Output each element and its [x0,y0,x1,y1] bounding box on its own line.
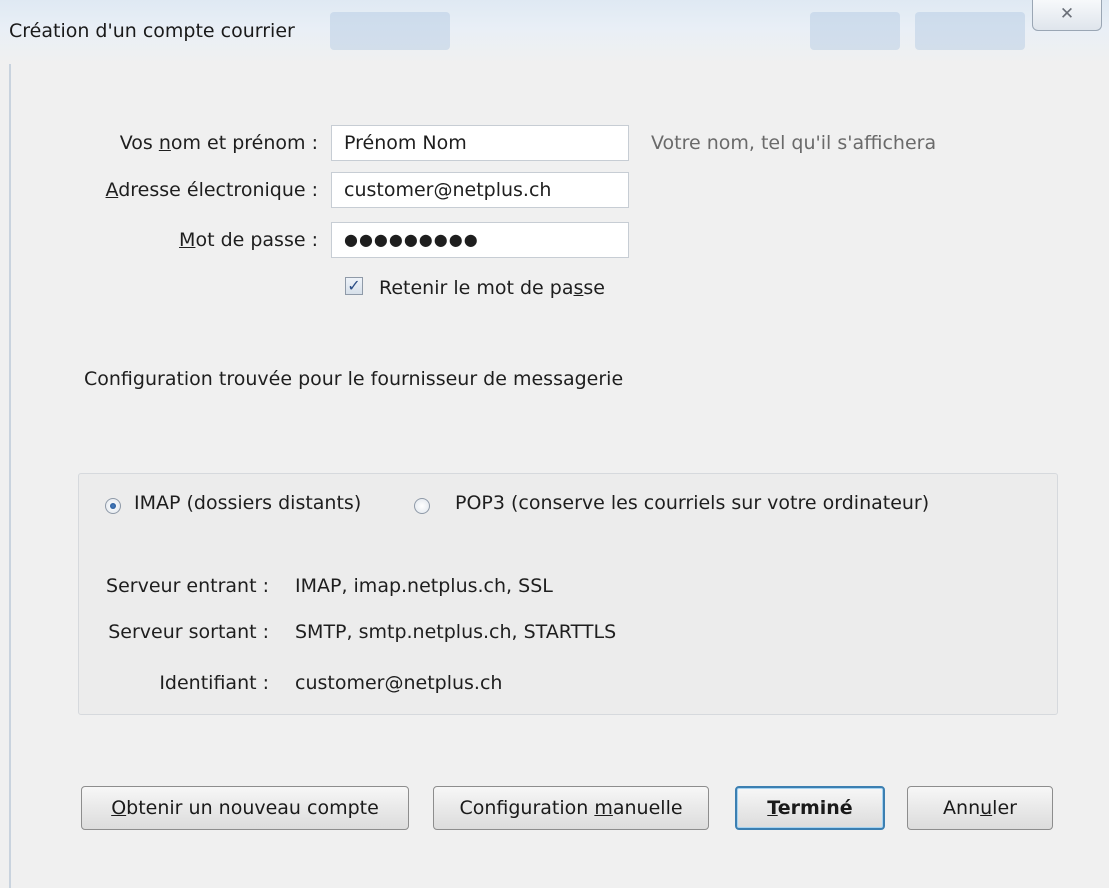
outgoing-server-label: Serveur sortant : [108,621,269,643]
cancel-button[interactable]: Annuler [907,786,1053,830]
protocol-panel: IMAP (dossiers distants) POP3 (conserve … [78,473,1058,715]
title-bar-glass [810,12,900,50]
password-input[interactable]: ●●●●●●●●● [331,222,629,258]
remember-password-label[interactable]: Retenir le mot de passe [379,277,605,299]
done-button[interactable]: Terminé [735,786,885,830]
window-title: Création d'un compte courrier [9,20,295,42]
name-hint: Votre nom, tel qu'il s'affichera [651,132,937,154]
remember-password-checkbox[interactable]: ✓ [345,277,363,295]
close-icon: ✕ [1059,4,1075,24]
manual-config-button[interactable]: Configuration manuelle [433,786,709,830]
incoming-server-value: IMAP, imap.netplus.ch, SSL [295,575,553,597]
email-input[interactable]: customer@netplus.ch [331,172,629,208]
title-bar: Création d'un compte courrier ✕ [0,0,1109,64]
window-edge [9,64,11,888]
check-icon: ✓ [347,276,361,295]
outgoing-server-value: SMTP, smtp.netplus.ch, STARTTLS [295,621,617,643]
name-input[interactable]: Prénom Nom [331,125,629,161]
title-bar-glass [330,12,450,50]
password-label: Mot de passe : [179,229,318,251]
pop3-label[interactable]: POP3 (conserve les courriels sur votre o… [455,492,929,514]
get-new-account-button[interactable]: Obtenir un nouveau compte [81,786,409,830]
incoming-server-label: Serveur entrant : [106,575,269,597]
email-label: Adresse électronique : [105,179,318,201]
imap-radio[interactable] [105,498,121,514]
name-label: Vos nom et prénom : [119,132,318,154]
title-bar-glass [915,12,1025,50]
pop3-radio[interactable] [414,498,430,514]
config-found-message: Configuration trouvée pour le fournisseu… [84,368,624,390]
username-label: Identifiant : [159,672,269,694]
close-button[interactable]: ✕ [1032,0,1102,31]
username-value: customer@netplus.ch [295,672,503,694]
imap-label[interactable]: IMAP (dossiers distants) [134,492,361,514]
